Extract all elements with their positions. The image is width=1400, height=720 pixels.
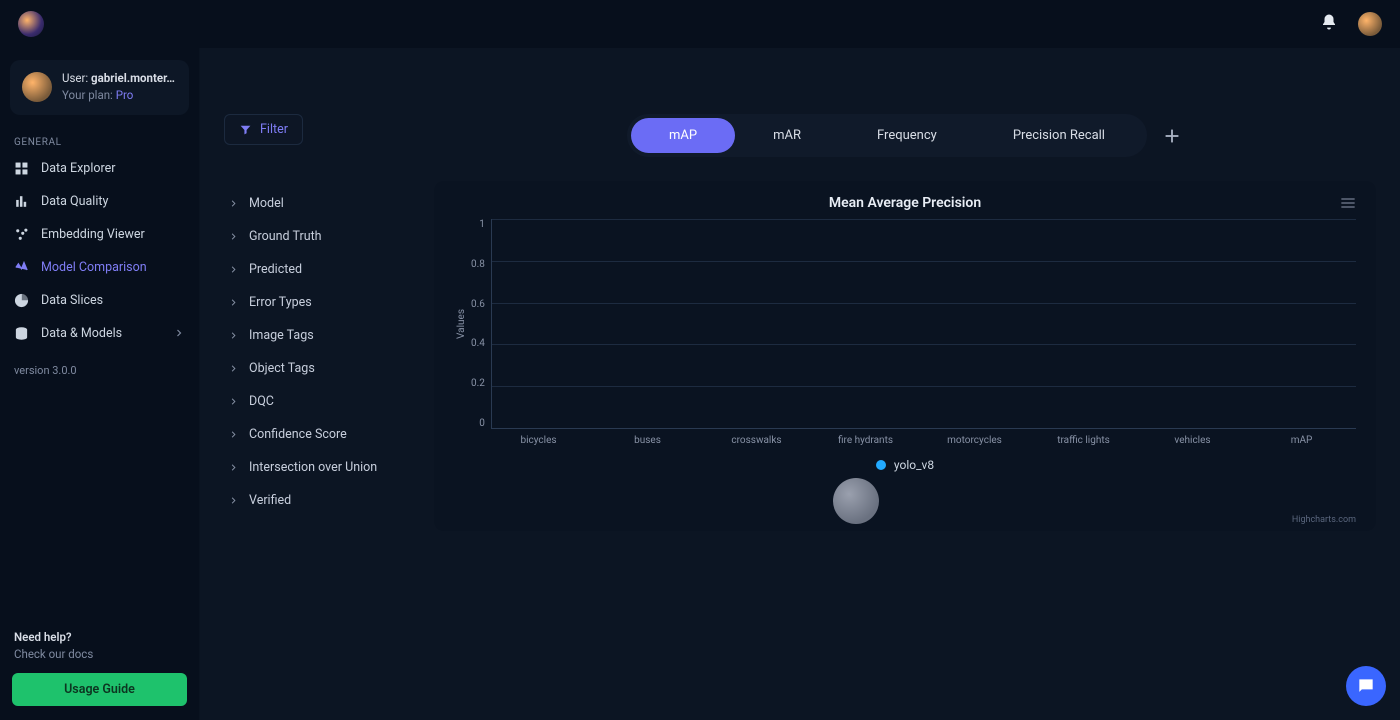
- filter-group-label: Predicted: [249, 262, 302, 277]
- compare-icon: [14, 260, 29, 275]
- chart-menu-button[interactable]: [1340, 197, 1356, 213]
- add-chart-button[interactable]: [1161, 125, 1183, 147]
- x-axis-label: crosswalks: [702, 435, 811, 446]
- chart-tab[interactable]: Frequency: [839, 118, 975, 153]
- x-axis: bicyclesbusescrosswalksfire hydrantsmoto…: [454, 429, 1356, 446]
- filter-group-label: Ground Truth: [249, 229, 322, 244]
- filters-column: Filter Model Ground Truth Predicted Error T…: [224, 104, 434, 696]
- filter-group-label: DQC: [249, 394, 274, 409]
- filter-group-item[interactable]: Intersection over Union: [224, 451, 434, 484]
- sidebar-section-label: GENERAL: [0, 129, 199, 152]
- chart-column: mAPmARFrequencyPrecision Recall Mean Ave…: [434, 104, 1376, 696]
- filter-group-item[interactable]: Model: [224, 187, 434, 220]
- sidebar-item-label: Embedding Viewer: [41, 227, 145, 242]
- chevron-right-icon: [173, 327, 185, 339]
- legend-swatch: [876, 460, 886, 470]
- x-axis-label: buses: [593, 435, 702, 446]
- chevron-right-icon: [228, 198, 239, 209]
- user-name-line: User: gabriel.monter…: [62, 70, 175, 87]
- chevron-right-icon: [228, 495, 239, 506]
- filter-button[interactable]: Filter: [224, 114, 303, 145]
- sidebar-item-data-explorer[interactable]: Data Explorer: [0, 152, 199, 185]
- chart-title: Mean Average Precision: [454, 195, 1356, 211]
- hero-spacer: [224, 48, 1376, 104]
- filter-group-label: Verified: [249, 493, 291, 508]
- filter-group-item[interactable]: Error Types: [224, 286, 434, 319]
- sidebar-item-data-models[interactable]: Data & Models: [0, 317, 199, 350]
- x-axis-label: vehicles: [1138, 435, 1247, 446]
- user-plan-line: Your plan: Pro: [62, 87, 175, 104]
- chart-tabs: mAPmARFrequencyPrecision Recall: [627, 114, 1147, 157]
- y-axis-label: Values: [454, 309, 469, 339]
- content: Filter Model Ground Truth Predicted Error T…: [200, 48, 1400, 720]
- x-axis-label: motorcycles: [920, 435, 1029, 446]
- sidebar-item-model-comparison[interactable]: Model Comparison: [0, 251, 199, 284]
- filter-group-label: Confidence Score: [249, 427, 347, 442]
- sidebar-item-label: Data Explorer: [41, 161, 115, 176]
- scatter-icon: [14, 227, 29, 242]
- chevron-right-icon: [228, 396, 239, 407]
- app-logo[interactable]: [18, 11, 44, 37]
- chart-credit: Highcharts.com: [1292, 515, 1356, 525]
- filter-group-item[interactable]: Predicted: [224, 253, 434, 286]
- sidebar-item-label: Data Quality: [41, 194, 108, 209]
- legend-label[interactable]: yolo_v8: [894, 458, 934, 472]
- help-subtitle: Check our docs: [14, 646, 185, 663]
- filter-icon: [239, 123, 252, 136]
- x-axis-label: bicycles: [484, 435, 593, 446]
- sidebar: User: gabriel.monter… Your plan: Pro GEN…: [0, 48, 200, 720]
- chart-tab[interactable]: Precision Recall: [975, 118, 1143, 153]
- filter-group-label: Error Types: [249, 295, 312, 310]
- version-label: version 3.0.0: [0, 350, 199, 391]
- chat-launcher-button[interactable]: [1346, 666, 1386, 706]
- sidebar-item-label: Data & Models: [41, 326, 122, 341]
- bars-icon: [14, 194, 29, 209]
- x-axis-label: fire hydrants: [811, 435, 920, 446]
- grid-icon: [14, 161, 29, 176]
- chart-tab[interactable]: mAR: [735, 118, 839, 153]
- chevron-right-icon: [228, 429, 239, 440]
- decorative-orb: [833, 478, 879, 524]
- plot-area: [491, 219, 1356, 429]
- notifications-icon[interactable]: [1320, 13, 1338, 35]
- x-axis-label: mAP: [1247, 435, 1356, 446]
- filter-group-item[interactable]: Ground Truth: [224, 220, 434, 253]
- filter-group-item[interactable]: Object Tags: [224, 352, 434, 385]
- database-icon: [14, 326, 29, 341]
- chevron-right-icon: [228, 363, 239, 374]
- chart-tab[interactable]: mAP: [631, 118, 735, 153]
- filter-group-label: Model: [249, 196, 284, 211]
- usage-guide-button[interactable]: Usage Guide: [12, 673, 187, 706]
- filter-group-item[interactable]: Image Tags: [224, 319, 434, 352]
- filter-group-item[interactable]: DQC: [224, 385, 434, 418]
- x-axis-label: traffic lights: [1029, 435, 1138, 446]
- chevron-right-icon: [228, 231, 239, 242]
- filter-group-label: Image Tags: [249, 328, 314, 343]
- sidebar-item-embedding-viewer[interactable]: Embedding Viewer: [0, 218, 199, 251]
- chart-card: Mean Average Precision Values 10.80.60.4…: [434, 181, 1376, 531]
- chevron-right-icon: [228, 297, 239, 308]
- chevron-right-icon: [228, 264, 239, 275]
- chevron-right-icon: [228, 330, 239, 341]
- sidebar-item-data-quality[interactable]: Data Quality: [0, 185, 199, 218]
- top-bar: [0, 0, 1400, 48]
- filter-group-item[interactable]: Confidence Score: [224, 418, 434, 451]
- user-card[interactable]: User: gabriel.monter… Your plan: Pro: [10, 60, 189, 115]
- chevron-right-icon: [228, 462, 239, 473]
- filter-button-label: Filter: [260, 122, 288, 137]
- chart-legend: yolo_v8: [454, 458, 1356, 472]
- help-title: Need help?: [14, 629, 185, 646]
- sidebar-item-data-slices[interactable]: Data Slices: [0, 284, 199, 317]
- user-avatar[interactable]: [1358, 12, 1382, 36]
- filter-group-label: Object Tags: [249, 361, 315, 376]
- pie-icon: [14, 293, 29, 308]
- sidebar-item-label: Model Comparison: [41, 260, 147, 275]
- user-card-avatar: [22, 72, 52, 102]
- sidebar-item-label: Data Slices: [41, 293, 103, 308]
- filter-group-item[interactable]: Verified: [224, 484, 434, 517]
- filter-group-label: Intersection over Union: [249, 460, 377, 475]
- y-axis-ticks: 10.80.60.40.20: [469, 219, 491, 429]
- help-block: Need help? Check our docs: [0, 629, 199, 674]
